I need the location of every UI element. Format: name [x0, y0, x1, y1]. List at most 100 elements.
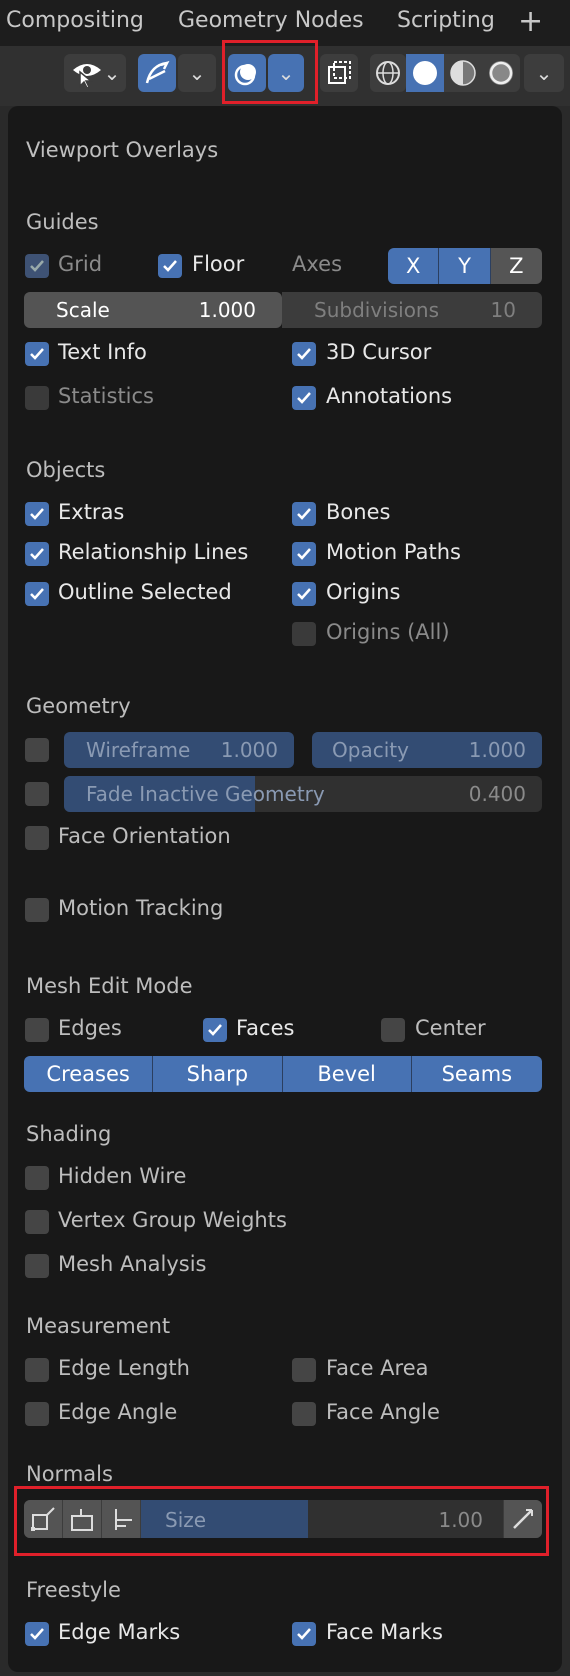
edge-angle-label: Edge Angle: [58, 1400, 178, 1424]
wireframe-shading-button[interactable]: [370, 54, 406, 92]
face-angle-checkbox[interactable]: [292, 1402, 316, 1426]
edge-angle-checkbox[interactable]: [25, 1402, 49, 1426]
floor-label: Floor: [192, 252, 245, 276]
split-normals-button[interactable]: [63, 1500, 101, 1538]
wireframe-checkbox[interactable]: [25, 738, 49, 762]
solid-shading-button[interactable]: [406, 54, 444, 92]
constant-screen-size-icon: [513, 1509, 533, 1529]
gizmo-dropdown[interactable]: ⌄: [178, 54, 216, 92]
motion-paths-checkbox[interactable]: [292, 542, 316, 566]
text-info-checkbox[interactable]: [25, 342, 49, 366]
fade-inactive-label: Fade Inactive Geometry: [86, 782, 325, 806]
vertex-group-weights-label: Vertex Group Weights: [58, 1208, 287, 1232]
mesh-analysis-checkbox[interactable]: [25, 1254, 49, 1278]
constant-screen-size-button[interactable]: [504, 1500, 542, 1538]
motion-tracking-checkbox[interactable]: [25, 898, 49, 922]
axis-z-toggle[interactable]: Z: [490, 248, 542, 284]
section-shading: Shading: [26, 1122, 112, 1146]
extras-label: Extras: [58, 500, 125, 524]
outline-selected-checkbox[interactable]: [25, 582, 49, 606]
edge-marks-checkbox[interactable]: [25, 1622, 49, 1646]
wireframe-value: 1.000: [220, 738, 278, 762]
fade-inactive-checkbox[interactable]: [25, 782, 49, 806]
annotations-checkbox[interactable]: [292, 386, 316, 410]
vertex-group-weights-checkbox[interactable]: [25, 1210, 49, 1234]
edge-length-checkbox[interactable]: [25, 1358, 49, 1382]
creases-toggle[interactable]: Creases: [24, 1056, 154, 1092]
3d-cursor-checkbox[interactable]: [292, 342, 316, 366]
face-area-label: Face Area: [326, 1356, 429, 1380]
tab-geometry-nodes[interactable]: Geometry Nodes: [178, 8, 364, 33]
grid-checkbox[interactable]: [25, 254, 49, 278]
wireframe-field[interactable]: Wireframe 1.000: [64, 732, 294, 768]
panel-title: Viewport Overlays: [26, 138, 219, 162]
highlight-overlay-button: [222, 40, 318, 104]
center-checkbox[interactable]: [381, 1018, 405, 1042]
axes-toggle-group: X Y Z: [388, 248, 542, 284]
motion-tracking-label: Motion Tracking: [58, 896, 224, 920]
origins-all-label: Origins (All): [326, 620, 450, 644]
subdivisions-label: Subdivisions: [314, 298, 440, 322]
section-measurement: Measurement: [26, 1314, 171, 1338]
normal-size-field[interactable]: Size 1.00: [141, 1500, 503, 1538]
edges-label: Edges: [58, 1016, 122, 1040]
chevron-down-icon: ⌄: [103, 61, 121, 85]
vertex-normals-button[interactable]: [24, 1500, 62, 1538]
text-info-label: Text Info: [58, 340, 147, 364]
opacity-field[interactable]: Opacity 1.000: [312, 732, 542, 768]
subdivisions-value: 10: [490, 298, 516, 322]
rendered-shading-icon: [489, 61, 513, 85]
sharp-toggle[interactable]: Sharp: [153, 1056, 283, 1092]
fade-inactive-value: 0.400: [468, 782, 526, 806]
axis-x-toggle[interactable]: X: [388, 248, 440, 284]
face-area-checkbox[interactable]: [292, 1358, 316, 1382]
floor-checkbox[interactable]: [158, 254, 182, 278]
shading-dropdown[interactable]: ⌄: [524, 54, 564, 92]
gizmo-toggle-button[interactable]: [138, 54, 176, 92]
relationship-lines-checkbox[interactable]: [25, 542, 49, 566]
scale-field[interactable]: Scale 1.000: [24, 292, 282, 328]
faces-checkbox[interactable]: [203, 1018, 227, 1042]
mesh-edit-toggle-group: Creases Sharp Bevel Seams: [24, 1056, 542, 1092]
mesh-analysis-label: Mesh Analysis: [58, 1252, 207, 1276]
edge-marks-label: Edge Marks: [58, 1620, 181, 1644]
statistics-checkbox[interactable]: [25, 386, 49, 410]
center-label: Center: [415, 1016, 486, 1040]
fade-inactive-field[interactable]: Fade Inactive Geometry 0.400: [64, 776, 542, 812]
section-guides: Guides: [26, 210, 99, 234]
subdivisions-field[interactable]: Subdivisions 10: [282, 292, 542, 328]
section-normals: Normals: [26, 1462, 113, 1486]
3d-cursor-label: 3D Cursor: [326, 340, 432, 364]
bevel-toggle[interactable]: Bevel: [282, 1056, 412, 1092]
wireframe-shading-icon: [376, 61, 400, 85]
faces-label: Faces: [236, 1016, 295, 1040]
face-normals-button[interactable]: [102, 1500, 140, 1538]
gizmo-icon: [145, 60, 170, 84]
axes-label: Axes: [292, 252, 343, 276]
rendered-shading-button[interactable]: [482, 54, 520, 92]
opacity-value: 1.000: [468, 738, 526, 762]
solid-shading-icon: [413, 61, 437, 85]
origins-all-checkbox[interactable]: [292, 622, 316, 646]
selectability-visibility-button[interactable]: ⌄: [64, 54, 126, 92]
wireframe-label: Wireframe: [86, 738, 191, 762]
axis-y-toggle[interactable]: Y: [439, 248, 491, 284]
material-shading-button[interactable]: [444, 54, 482, 92]
tab-compositing[interactable]: Compositing: [6, 8, 144, 33]
xray-toggle-button[interactable]: [320, 54, 358, 92]
face-orientation-checkbox[interactable]: [25, 826, 49, 850]
seams-toggle[interactable]: Seams: [411, 1056, 542, 1092]
normals-row: Size 1.00: [24, 1500, 542, 1538]
opacity-label: Opacity: [332, 738, 409, 762]
edges-checkbox[interactable]: [25, 1018, 49, 1042]
plus-icon[interactable]: +: [518, 4, 543, 39]
face-marks-checkbox[interactable]: [292, 1622, 316, 1646]
tab-scripting[interactable]: Scripting: [397, 8, 495, 33]
origins-checkbox[interactable]: [292, 582, 316, 606]
bones-checkbox[interactable]: [292, 502, 316, 526]
hidden-wire-label: Hidden Wire: [58, 1164, 187, 1188]
split-normal-icon: [71, 1509, 93, 1531]
chevron-down-icon: ⌄: [535, 61, 553, 85]
hidden-wire-checkbox[interactable]: [25, 1166, 49, 1190]
extras-checkbox[interactable]: [25, 502, 49, 526]
